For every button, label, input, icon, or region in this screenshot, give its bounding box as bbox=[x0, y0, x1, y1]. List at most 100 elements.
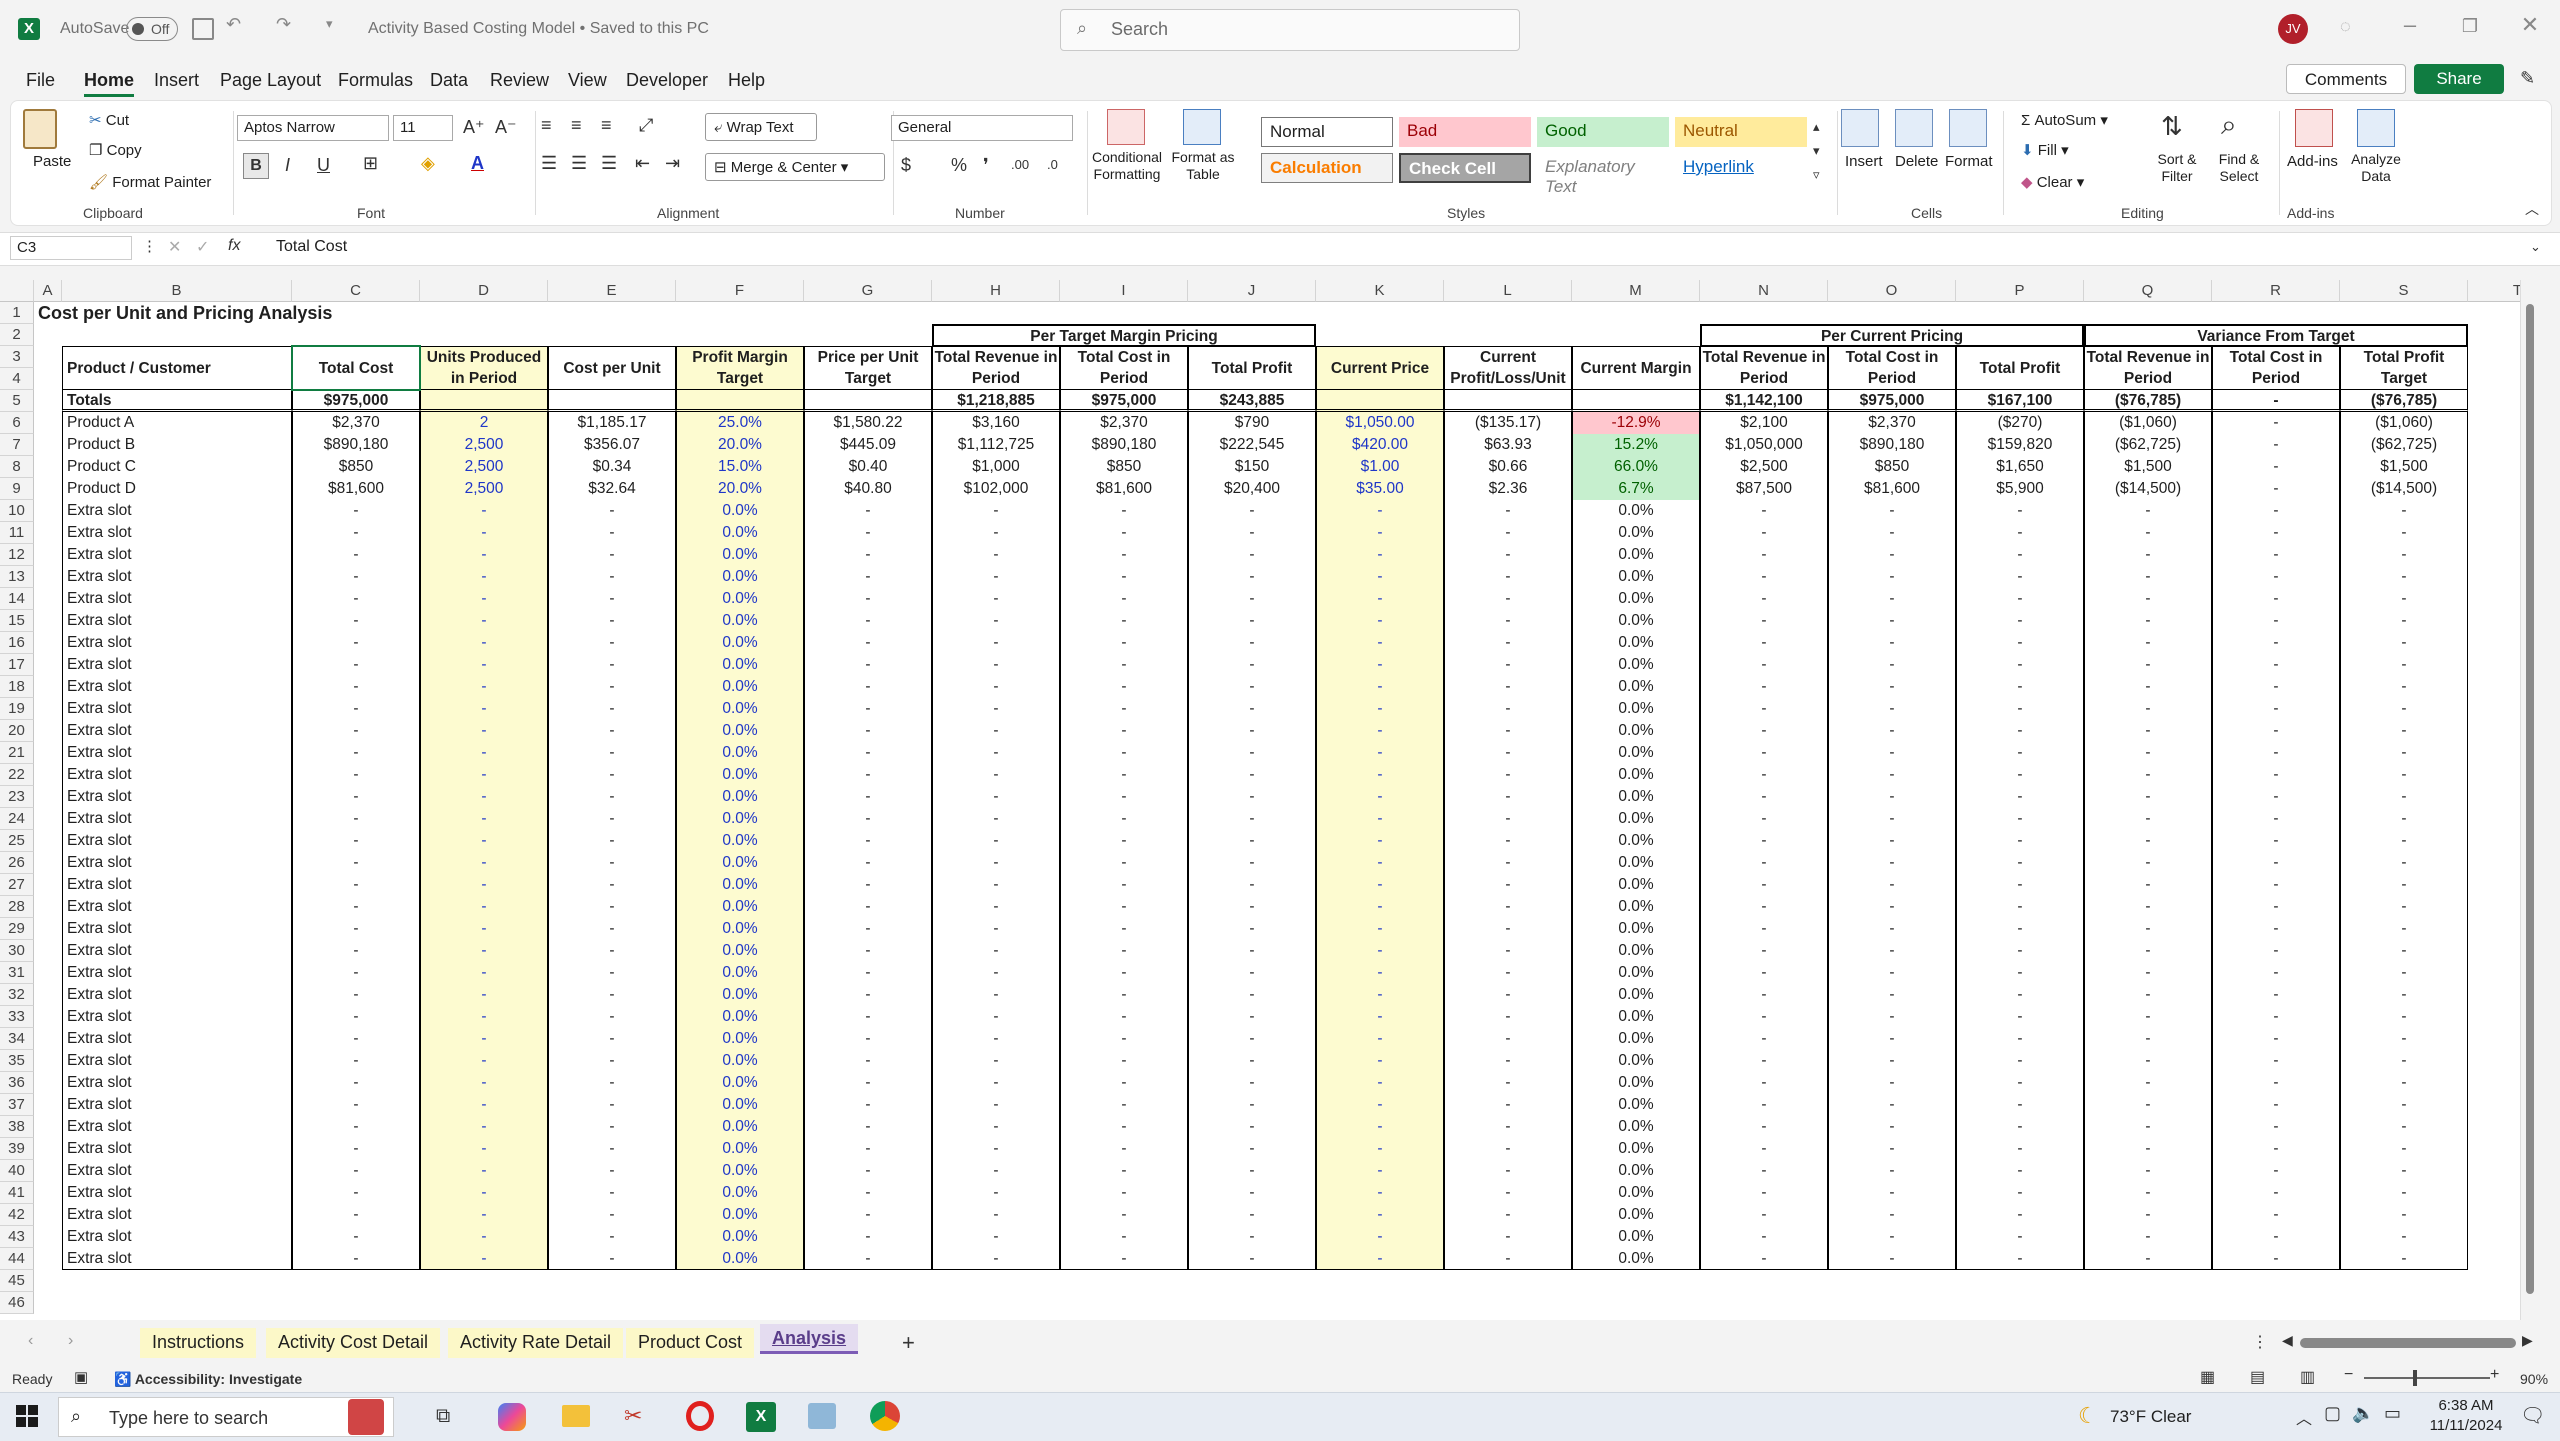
column-header-j[interactable]: J bbox=[1188, 280, 1316, 302]
empty-cell[interactable]: - bbox=[420, 698, 548, 720]
empty-cell[interactable]: 0.0% bbox=[676, 742, 804, 764]
row-header[interactable]: 25 bbox=[0, 830, 34, 852]
empty-cell[interactable]: 0.0% bbox=[676, 654, 804, 676]
style-normal[interactable]: Normal bbox=[1261, 117, 1393, 147]
row-header[interactable]: 45 bbox=[0, 1270, 34, 1292]
empty-cell[interactable]: - bbox=[1316, 654, 1444, 676]
share-button[interactable]: Share bbox=[2414, 64, 2504, 94]
row-header[interactable]: 5 bbox=[0, 390, 34, 412]
more-icon[interactable]: ⋮ bbox=[142, 237, 157, 255]
empty-cell[interactable]: 0.0% bbox=[676, 984, 804, 1006]
insert-cells-icon[interactable] bbox=[1841, 109, 1879, 147]
column-header-r[interactable]: R bbox=[2212, 280, 2340, 302]
row-header[interactable]: 24 bbox=[0, 808, 34, 830]
empty-cell[interactable]: - bbox=[420, 500, 548, 522]
styles-scroll-down-icon[interactable]: ▾ bbox=[1813, 143, 1820, 159]
empty-cell[interactable]: - bbox=[1316, 588, 1444, 610]
empty-cell[interactable]: 0.0% bbox=[676, 632, 804, 654]
empty-cell[interactable]: 0.0% bbox=[676, 522, 804, 544]
comments-button[interactable]: Comments bbox=[2286, 64, 2406, 94]
orientation-icon[interactable]: ⤢ bbox=[639, 115, 653, 136]
empty-cell[interactable]: - bbox=[1316, 566, 1444, 588]
enter-icon[interactable]: ✓ bbox=[196, 237, 209, 257]
row-header[interactable]: 9 bbox=[0, 478, 34, 500]
align-right-icon[interactable]: ☰ bbox=[601, 153, 617, 174]
redo-icon[interactable]: ↷ bbox=[276, 14, 291, 35]
empty-cell[interactable]: 0.0% bbox=[676, 896, 804, 918]
empty-cell[interactable]: - bbox=[420, 830, 548, 852]
style-good[interactable]: Good bbox=[1537, 117, 1669, 147]
empty-cell[interactable]: - bbox=[420, 1138, 548, 1160]
zoom-out-icon[interactable]: − bbox=[2344, 1366, 2353, 1384]
empty-cell[interactable]: - bbox=[1316, 610, 1444, 632]
column-header-e[interactable]: E bbox=[548, 280, 676, 302]
font-size-combo[interactable]: 11 bbox=[393, 115, 453, 141]
row-header[interactable]: 32 bbox=[0, 984, 34, 1006]
empty-cell[interactable]: - bbox=[420, 1160, 548, 1182]
empty-cell[interactable]: - bbox=[420, 654, 548, 676]
data-cell[interactable]: $1,050.00 bbox=[1316, 412, 1444, 434]
row-header[interactable]: 36 bbox=[0, 1072, 34, 1094]
row-header[interactable]: 3 bbox=[0, 346, 34, 368]
empty-cell[interactable]: - bbox=[420, 764, 548, 786]
row-header[interactable]: 44 bbox=[0, 1248, 34, 1270]
empty-cell[interactable]: - bbox=[1316, 1248, 1444, 1270]
increase-font-icon[interactable]: A⁺ bbox=[463, 117, 485, 138]
empty-cell[interactable]: - bbox=[420, 852, 548, 874]
empty-cell[interactable]: - bbox=[1316, 962, 1444, 984]
meet-now-icon[interactable]: ▢ bbox=[2324, 1403, 2341, 1424]
empty-cell[interactable]: - bbox=[420, 1094, 548, 1116]
task-view-icon[interactable]: ⧉ bbox=[436, 1405, 450, 1428]
number-format-combo[interactable]: General bbox=[891, 115, 1073, 141]
empty-cell[interactable]: - bbox=[420, 1006, 548, 1028]
row-header[interactable]: 33 bbox=[0, 1006, 34, 1028]
conditional-formatting-icon[interactable] bbox=[1107, 109, 1145, 145]
conditional-formatting-button[interactable]: Conditional Formatting bbox=[1089, 149, 1165, 183]
format-as-table-icon[interactable] bbox=[1183, 109, 1221, 145]
empty-cell[interactable]: - bbox=[1316, 918, 1444, 940]
row-header[interactable]: 14 bbox=[0, 588, 34, 610]
decrease-indent-icon[interactable]: ⇤ bbox=[635, 153, 650, 174]
row-header[interactable]: 8 bbox=[0, 456, 34, 478]
data-cell[interactable]: $420.00 bbox=[1316, 434, 1444, 456]
tab-data[interactable]: Data bbox=[430, 70, 468, 91]
column-header-o[interactable]: O bbox=[1828, 280, 1956, 302]
row-header[interactable]: 7 bbox=[0, 434, 34, 456]
empty-cell[interactable]: - bbox=[1316, 1226, 1444, 1248]
empty-cell[interactable]: - bbox=[1316, 1050, 1444, 1072]
opera-icon[interactable] bbox=[686, 1401, 714, 1431]
empty-cell[interactable]: - bbox=[1316, 874, 1444, 896]
empty-cell[interactable]: 0.0% bbox=[676, 1094, 804, 1116]
empty-cell[interactable]: - bbox=[420, 962, 548, 984]
empty-cell[interactable]: - bbox=[1316, 1028, 1444, 1050]
empty-cell[interactable]: 0.0% bbox=[676, 1138, 804, 1160]
search-box[interactable]: ⌕ Search bbox=[1060, 9, 1520, 51]
percent-icon[interactable]: % bbox=[951, 155, 967, 176]
tab-formulas[interactable]: Formulas bbox=[338, 70, 413, 91]
tab-home[interactable]: Home bbox=[84, 70, 135, 97]
column-header-p[interactable]: P bbox=[1956, 280, 2084, 302]
row-header[interactable]: 4 bbox=[0, 368, 34, 390]
empty-cell[interactable]: 0.0% bbox=[676, 808, 804, 830]
clock-date[interactable]: 11/11/2024 bbox=[2420, 1417, 2512, 1434]
row-header[interactable]: 42 bbox=[0, 1204, 34, 1226]
row-header[interactable]: 41 bbox=[0, 1182, 34, 1204]
empty-cell[interactable]: 0.0% bbox=[676, 830, 804, 852]
data-cell[interactable]: 15.0% bbox=[676, 456, 804, 478]
analyze-data-button[interactable]: Analyze Data bbox=[2341, 151, 2411, 185]
empty-cell[interactable]: 0.0% bbox=[676, 500, 804, 522]
empty-cell[interactable]: 0.0% bbox=[676, 962, 804, 984]
empty-cell[interactable]: - bbox=[1316, 522, 1444, 544]
data-cell[interactable]: 2 bbox=[420, 412, 548, 434]
row-header[interactable]: 37 bbox=[0, 1094, 34, 1116]
formula-input[interactable]: Total Cost bbox=[276, 238, 347, 256]
next-sheet-icon[interactable]: › bbox=[68, 1332, 73, 1350]
empty-cell[interactable]: 0.0% bbox=[676, 1072, 804, 1094]
page-break-view-icon[interactable]: ▥ bbox=[2300, 1367, 2315, 1387]
row-header[interactable]: 12 bbox=[0, 544, 34, 566]
comma-icon[interactable]: ❜ bbox=[983, 155, 989, 176]
decrease-font-icon[interactable]: A⁻ bbox=[495, 117, 517, 138]
row-header[interactable]: 21 bbox=[0, 742, 34, 764]
paste-button[interactable] bbox=[23, 109, 59, 149]
zoom-slider[interactable] bbox=[2364, 1377, 2490, 1379]
